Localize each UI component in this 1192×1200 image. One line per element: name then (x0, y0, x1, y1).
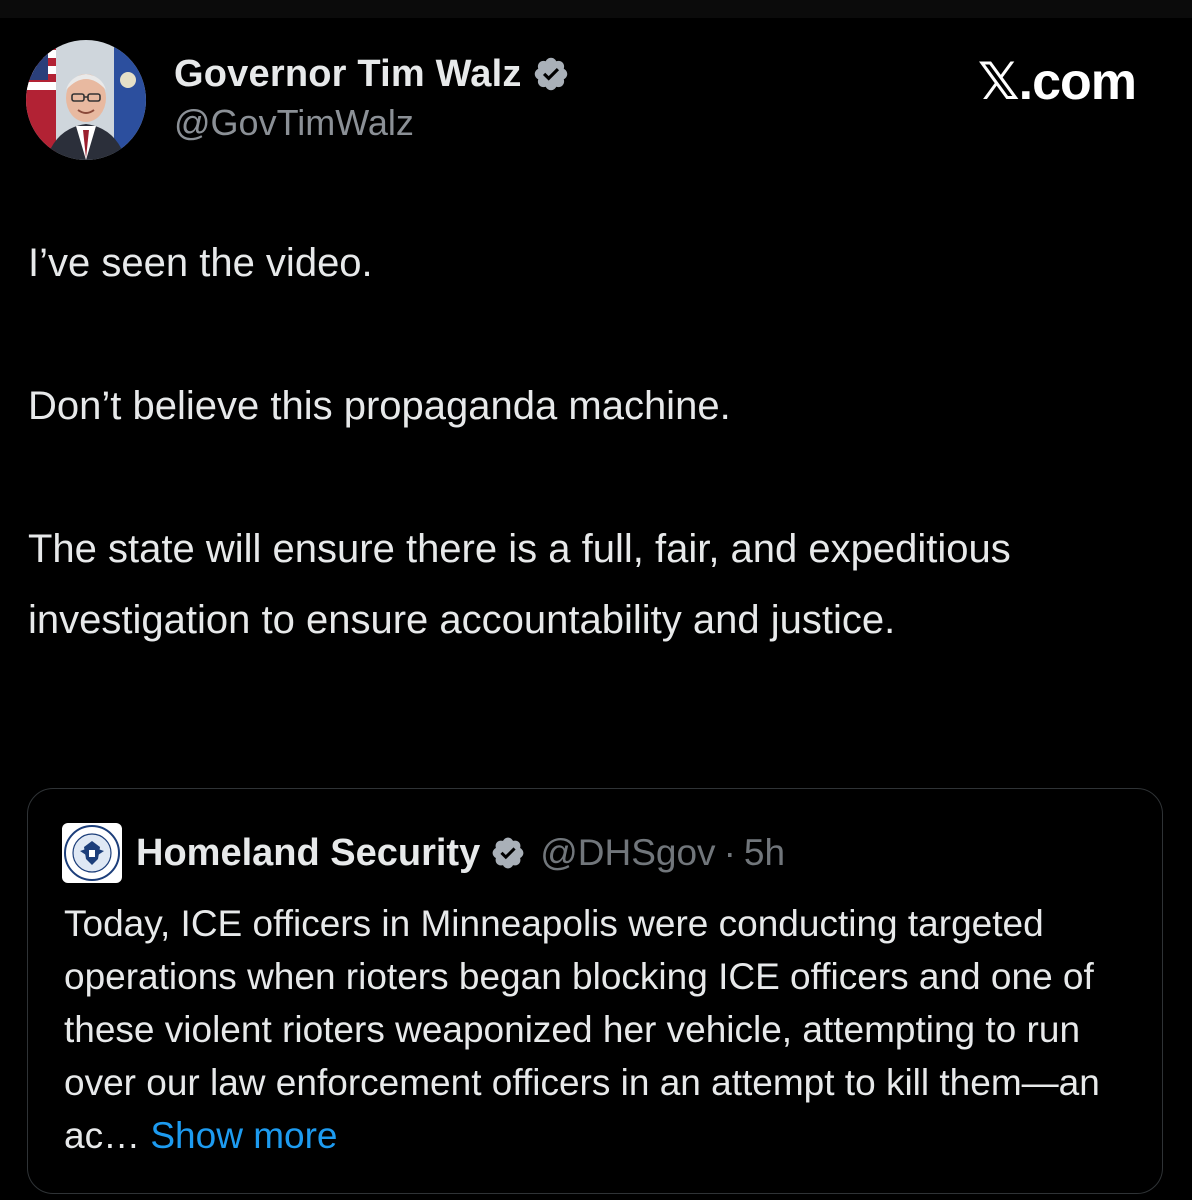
status-bar-strip (0, 0, 1192, 18)
dhs-seal-icon[interactable] (62, 823, 122, 883)
quoted-timestamp[interactable]: 5h (744, 832, 785, 874)
tweet-paragraph: The state will ensure there is a full, f… (28, 527, 1011, 642)
author-names: Governor Tim Walz @GovTimWalz (174, 50, 570, 144)
quoted-tweet-text: Today, ICE officers in Minneapolis were … (64, 897, 1144, 1162)
show-more-link[interactable]: Show more (150, 1115, 337, 1156)
tweet-paragraph: I’ve seen the video. (28, 241, 373, 285)
avatar-photo-icon (26, 40, 146, 160)
quoted-tweet-card[interactable]: Homeland Security @DHSgov · 5h Today, IC… (27, 788, 1163, 1194)
author-avatar[interactable] (26, 40, 146, 160)
quoted-handle[interactable]: @DHSgov (540, 832, 715, 874)
tweet-paragraph: Don’t believe this propaganda machine. (28, 384, 731, 428)
quoted-tweet-header: Homeland Security @DHSgov · 5h (62, 823, 785, 883)
verified-badge-icon[interactable] (532, 55, 570, 93)
quoted-display-name[interactable]: Homeland Security (136, 832, 480, 875)
quoted-separator: · (723, 832, 736, 873)
tweet-header: Governor Tim Walz @GovTimWalz 𝕏.com (26, 40, 1166, 160)
x-com-logo: 𝕏.com (977, 53, 1137, 111)
tweet-text: I’ve seen the video. Don’t believe this … (28, 228, 1148, 656)
quoted-verified-badge-icon[interactable] (490, 835, 526, 871)
author-display-name[interactable]: Governor Tim Walz (174, 53, 522, 96)
display-name-row: Governor Tim Walz (174, 50, 570, 98)
author-handle[interactable]: @GovTimWalz (174, 102, 570, 144)
